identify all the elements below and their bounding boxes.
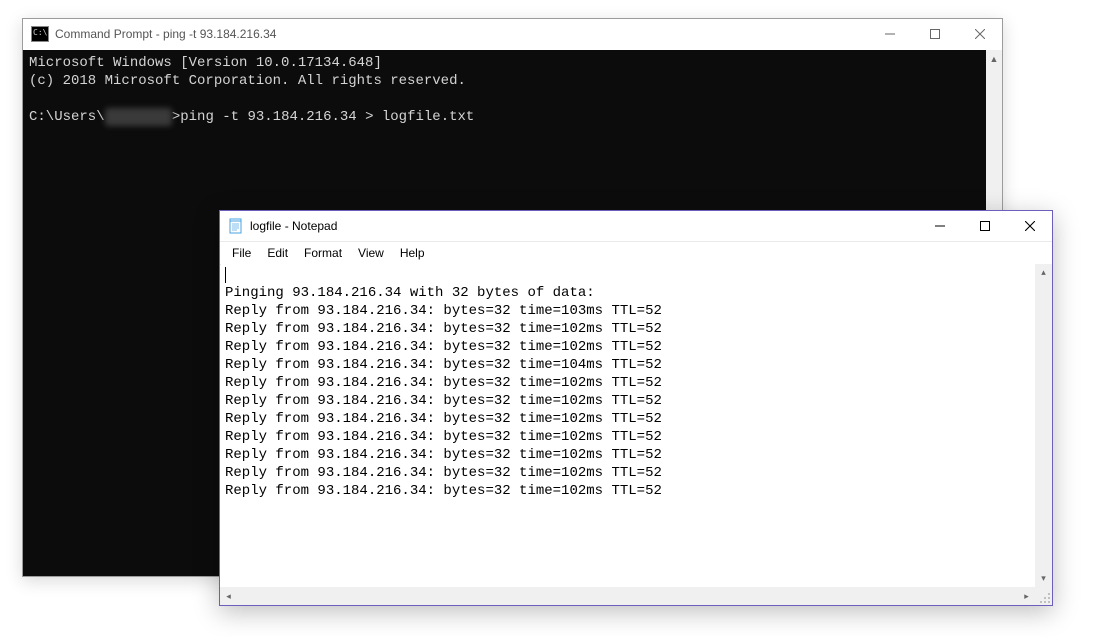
notepad-reply-line: Reply from 93.184.216.34: bytes=32 time=… (225, 339, 662, 355)
notepad-reply-line: Reply from 93.184.216.34: bytes=32 time=… (225, 303, 662, 319)
notepad-reply-line: Reply from 93.184.216.34: bytes=32 time=… (225, 447, 662, 463)
scroll-up-arrow-icon[interactable]: ▲ (986, 50, 1002, 67)
menu-format[interactable]: Format (296, 244, 350, 262)
maximize-button[interactable] (962, 211, 1007, 241)
menu-file[interactable]: File (224, 244, 259, 262)
notepad-reply-line: Reply from 93.184.216.34: bytes=32 time=… (225, 393, 662, 409)
notepad-reply-line: Reply from 93.184.216.34: bytes=32 time=… (225, 357, 662, 373)
notepad-reply-line: Reply from 93.184.216.34: bytes=32 time=… (225, 429, 662, 445)
notepad-text-area[interactable]: Pinging 93.184.216.34 with 32 bytes of d… (221, 264, 1035, 587)
close-button[interactable] (1007, 211, 1052, 241)
notepad-reply-line: Reply from 93.184.216.34: bytes=32 time=… (225, 465, 662, 481)
notepad-titlebar[interactable]: logfile - Notepad (220, 211, 1052, 242)
menu-edit[interactable]: Edit (259, 244, 296, 262)
cmd-window-controls (867, 19, 1002, 49)
text-cursor (225, 267, 226, 283)
menu-help[interactable]: Help (392, 244, 433, 262)
cmd-prompt-suffix: > (172, 109, 180, 125)
notepad-reply-line: Reply from 93.184.216.34: bytes=32 time=… (225, 321, 662, 337)
cmd-line-version: Microsoft Windows [Version 10.0.17134.64… (29, 55, 382, 71)
cmd-prompt-prefix: C:\Users\ (29, 109, 105, 125)
resize-grip[interactable] (1035, 587, 1052, 605)
notepad-reply-line: Reply from 93.184.216.34: bytes=32 time=… (225, 483, 662, 499)
minimize-button[interactable] (867, 19, 912, 49)
notepad-window-controls (917, 211, 1052, 241)
cmd-typed-command: ping -t 93.184.216.34 > logfile.txt (180, 109, 474, 125)
notepad-title: logfile - Notepad (250, 219, 917, 233)
cmd-title: Command Prompt - ping -t 93.184.216.34 (55, 27, 867, 41)
cmd-icon (31, 26, 49, 42)
maximize-button[interactable] (912, 19, 957, 49)
scroll-right-arrow-icon[interactable]: ▸ (1018, 587, 1035, 605)
notepad-reply-line: Reply from 93.184.216.34: bytes=32 time=… (225, 375, 662, 391)
cmd-titlebar[interactable]: Command Prompt - ping -t 93.184.216.34 (23, 19, 1002, 49)
close-button[interactable] (957, 19, 1002, 49)
notepad-menubar: File Edit Format View Help (220, 242, 1052, 265)
scroll-down-arrow-icon[interactable]: ▾ (1035, 570, 1052, 587)
scroll-left-arrow-icon[interactable]: ◂ (220, 587, 237, 605)
notepad-ping-header: Pinging 93.184.216.34 with 32 bytes of d… (225, 285, 595, 301)
notepad-vertical-scrollbar[interactable]: ▴ ▾ (1035, 264, 1052, 587)
notepad-reply-line: Reply from 93.184.216.34: bytes=32 time=… (225, 411, 662, 427)
minimize-button[interactable] (917, 211, 962, 241)
notepad-icon (228, 218, 244, 234)
menu-view[interactable]: View (350, 244, 392, 262)
notepad-window[interactable]: logfile - Notepad File Edit Format View … (219, 210, 1053, 606)
cmd-line-copyright: (c) 2018 Microsoft Corporation. All righ… (29, 73, 466, 89)
cmd-user-blurred: xxxxxxxx (105, 108, 172, 126)
notepad-horizontal-scrollbar[interactable]: ◂ ▸ (220, 587, 1035, 605)
scroll-up-arrow-icon[interactable]: ▴ (1035, 264, 1052, 281)
